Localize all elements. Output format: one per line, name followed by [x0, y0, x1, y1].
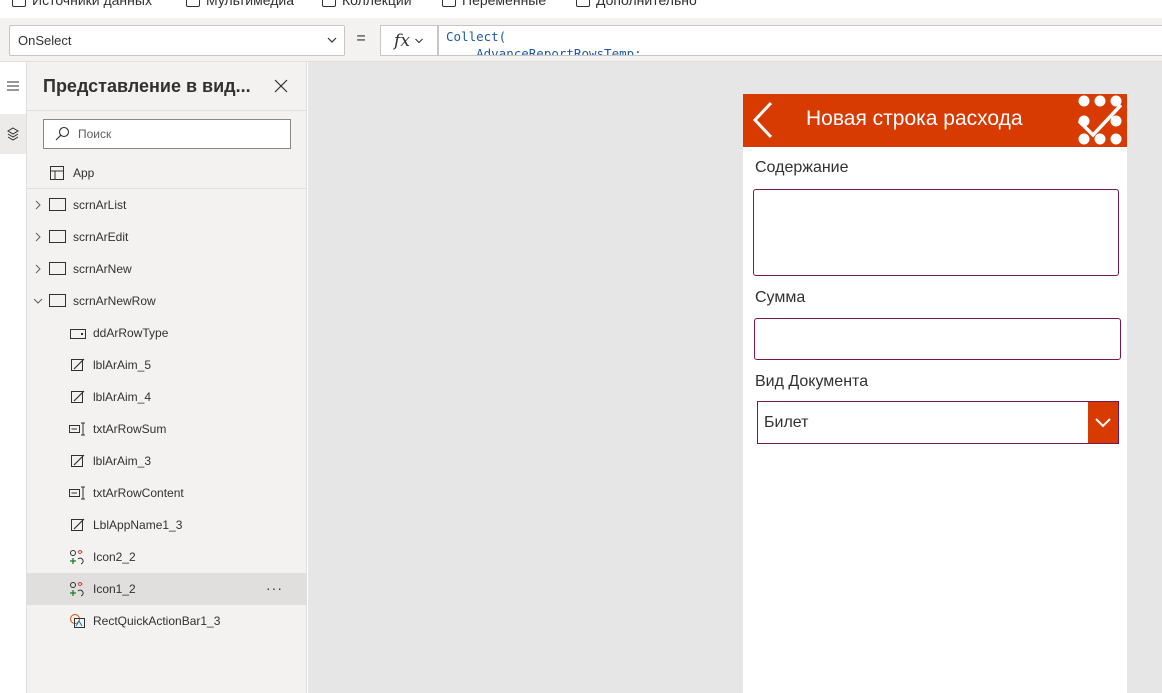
tree-item-label: txtArRowContent — [93, 486, 184, 500]
label-control-icon — [71, 454, 85, 467]
label-control-icon — [71, 358, 85, 371]
formula-input[interactable]: Collect( AdvanceReportRowsTemp; — [438, 25, 1162, 56]
icon-control-icon — [70, 582, 84, 597]
collections-icon — [322, 0, 336, 7]
tree-item-label: txtArRowSum — [93, 422, 167, 436]
ribbon: Источники данных Мультимедиа Коллекции П… — [0, 0, 1162, 18]
more-options-button[interactable]: ··· — [266, 580, 283, 596]
header-bar: Новая строка расхода — [743, 94, 1127, 147]
shape-control-icon — [70, 614, 85, 628]
chevron-down-icon[interactable] — [33, 296, 43, 306]
tree-item-control[interactable]: RectQuickActionBar1_3 — [27, 605, 307, 637]
screen-icon — [49, 262, 66, 275]
menu-button[interactable] — [0, 66, 26, 106]
tree-item-label: scrnArList — [73, 198, 127, 212]
design-canvas: Новая строка расхода Содержание Сумма Ви… — [308, 62, 1162, 693]
ribbon-advanced[interactable]: Дополнительно — [576, 0, 697, 8]
tree-item-label: lblArAim_4 — [93, 390, 152, 404]
tree-item-control[interactable]: lblArAim_5 — [27, 349, 307, 381]
tree-search[interactable] — [43, 119, 291, 149]
label-control-icon — [71, 390, 85, 403]
fx-icon: fx — [394, 30, 410, 51]
tree-item-screen[interactable]: scrnArEdit — [27, 221, 307, 253]
content-label: Содержание — [755, 159, 849, 176]
tree-item-label: lblArAim_3 — [93, 454, 152, 468]
app-screen: Новая строка расхода Содержание Сумма Ви… — [743, 94, 1127, 693]
chevron-down-icon — [415, 38, 423, 43]
left-rail — [0, 62, 27, 693]
hamburger-icon — [7, 81, 19, 91]
tree-item-label: App — [73, 166, 95, 180]
ribbon-collections[interactable]: Коллекции — [322, 0, 412, 8]
search-icon — [55, 126, 70, 141]
tree-view-panel: Представление в вид... App scrnArList — [27, 62, 307, 693]
tree-item-screen[interactable]: scrnArList — [27, 189, 307, 221]
chevron-down-icon — [327, 37, 337, 43]
chevron-right-icon[interactable] — [33, 200, 43, 210]
property-dropdown[interactable]: OnSelect — [9, 25, 345, 56]
ribbon-media[interactable]: Мультимедиа — [186, 0, 294, 8]
ribbon-variables[interactable]: Переменные — [442, 0, 546, 8]
function-button[interactable]: fx — [380, 25, 438, 56]
tree-item-label: scrnArNewRow — [73, 294, 156, 308]
tree-item-control[interactable]: lblArAim_4 — [27, 381, 307, 413]
search-input[interactable] — [78, 127, 278, 141]
dropdown-button[interactable] — [1088, 402, 1118, 443]
screen-icon — [49, 294, 66, 307]
advanced-icon — [576, 0, 590, 7]
tree-item-label: scrnArNew — [73, 262, 132, 276]
app-icon — [50, 166, 64, 180]
tree-item-label: RectQuickActionBar1_3 — [93, 614, 221, 628]
tree-item-label: scrnArEdit — [73, 230, 129, 244]
tree-item-control[interactable]: Icon1_2 ··· — [27, 573, 307, 605]
chevron-right-icon[interactable] — [33, 232, 43, 242]
formula-line: Collect( — [446, 29, 507, 44]
doc-type-label: Вид Документа — [755, 373, 869, 390]
tree-item-app[interactable]: App — [27, 157, 307, 189]
layers-icon — [7, 127, 19, 141]
close-icon[interactable] — [273, 78, 289, 94]
property-value: OnSelect — [18, 33, 72, 48]
chevron-down-icon — [1095, 417, 1111, 427]
tree-view-button[interactable] — [0, 114, 26, 154]
formula-line: AdvanceReportRowsTemp; — [446, 46, 642, 56]
chevron-right-icon[interactable] — [33, 264, 43, 274]
divider — [27, 110, 307, 111]
icon-control-icon — [70, 550, 84, 565]
tree-item-control[interactable]: txtArRowSum — [27, 413, 307, 445]
tree-item-label: Icon2_2 — [93, 550, 136, 564]
sum-input[interactable] — [754, 318, 1121, 360]
tree-item-control[interactable]: Icon2_2 — [27, 541, 307, 573]
tree-item-control[interactable]: LblAppName1_3 — [27, 509, 307, 541]
formula-bar: OnSelect = fx Collect( AdvanceReportRows… — [0, 18, 1162, 62]
tree-item-screen[interactable]: scrnArNewRow — [27, 285, 307, 317]
text-input-control-icon — [69, 486, 85, 500]
ribbon-data-sources[interactable]: Источники данных — [12, 0, 152, 8]
screen-icon — [49, 198, 66, 211]
content-input[interactable] — [753, 189, 1119, 276]
data-source-icon — [12, 0, 26, 7]
checkmark-icon[interactable] — [1073, 94, 1127, 147]
header-title: Новая строка расхода — [806, 107, 1023, 130]
tree-item-screen[interactable]: scrnArNew — [27, 253, 307, 285]
screen-icon — [49, 230, 66, 243]
tree-item-label: ddArRowType — [93, 326, 169, 340]
variables-icon — [442, 0, 456, 7]
equals-sign: = — [356, 30, 366, 47]
dropdown-value: Билет — [764, 414, 809, 431]
tree-item-label: Icon1_2 — [93, 582, 136, 596]
tree-item-label: lblArAim_5 — [93, 358, 152, 372]
text-input-control-icon — [69, 422, 85, 436]
tree-item-control[interactable]: ddArRowType — [27, 317, 307, 349]
tree-item-control[interactable]: lblArAim_3 — [27, 445, 307, 477]
dropdown-control-icon — [70, 329, 86, 339]
tree-item-label: LblAppName1_3 — [93, 518, 183, 532]
media-icon — [186, 0, 200, 7]
label-control-icon — [71, 518, 85, 531]
back-arrow-icon[interactable] — [751, 100, 777, 140]
doc-type-dropdown[interactable]: Билет — [757, 401, 1119, 444]
tree-item-control[interactable]: txtArRowContent — [27, 477, 307, 509]
sum-label: Сумма — [755, 289, 806, 306]
panel-title: Представление в вид... — [43, 76, 251, 96]
